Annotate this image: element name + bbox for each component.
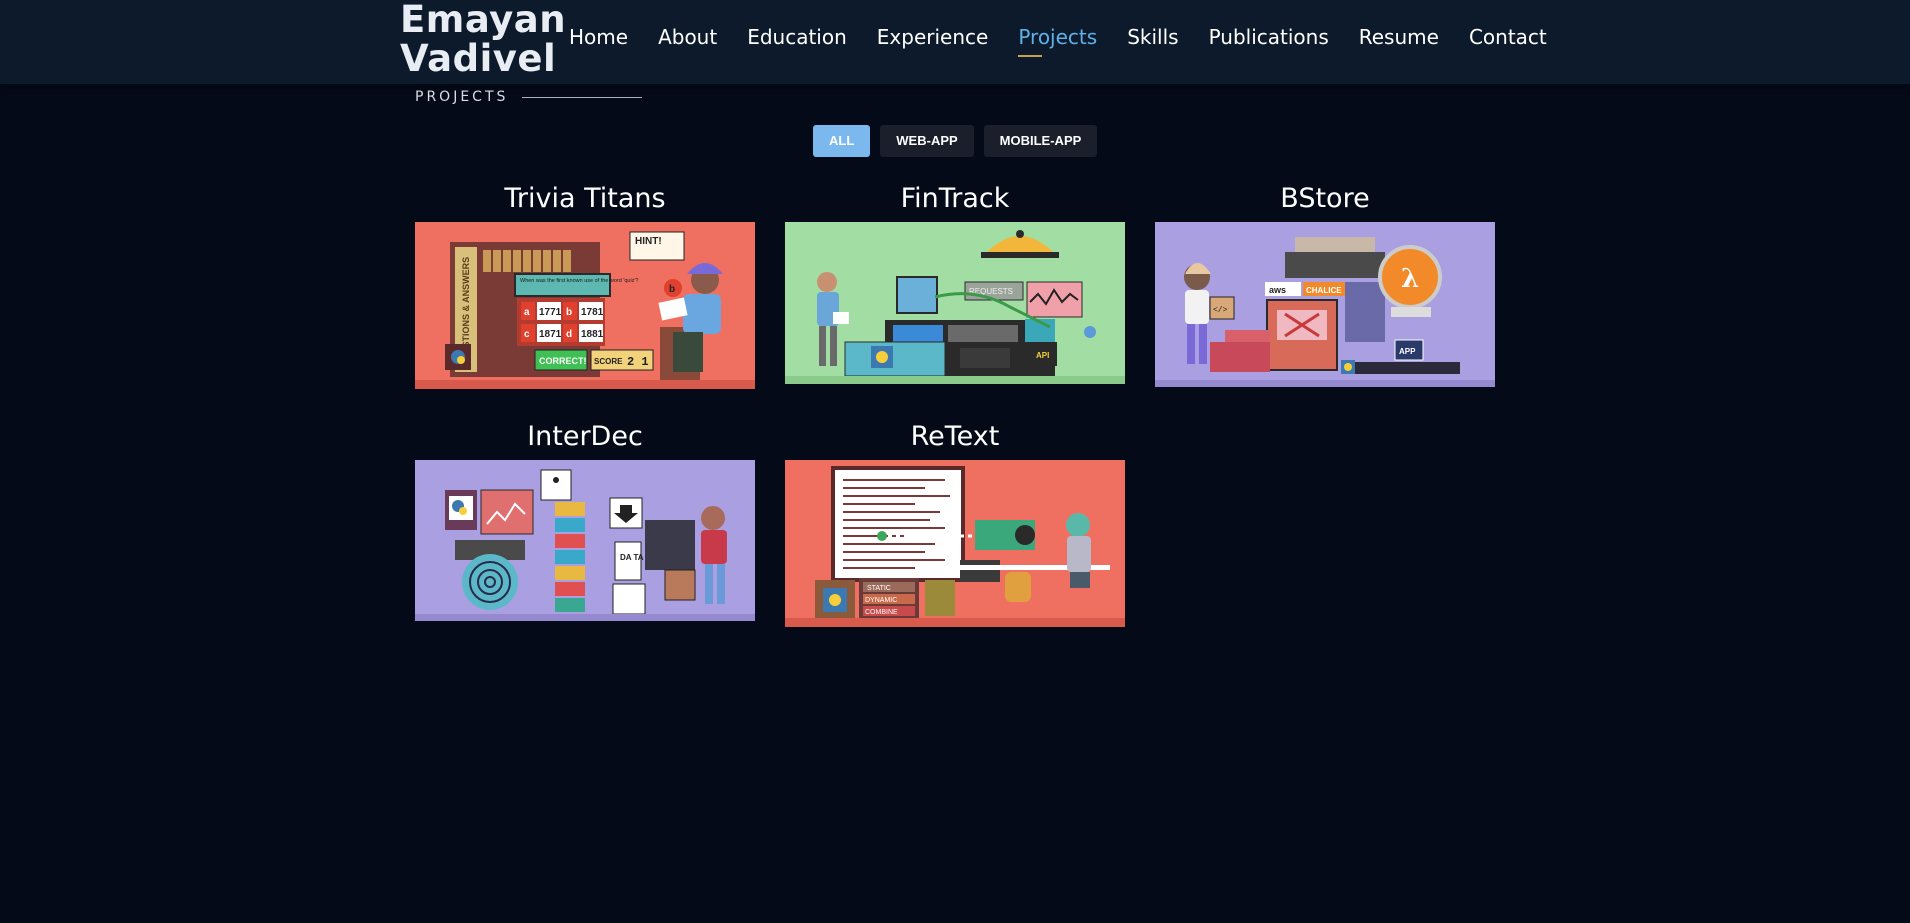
project-card-bstore[interactable]: BStore aws CHALICE λ APP </> <box>1155 180 1495 387</box>
filter-web-app-button[interactable]: WEB-APP <box>880 125 974 157</box>
static-label: STATIC <box>867 585 891 592</box>
nav-resume[interactable]: Resume <box>1359 25 1439 49</box>
app-label: APP <box>1399 347 1416 356</box>
chalice-label: CHALICE <box>1306 286 1342 295</box>
project-title: Trivia Titans <box>504 183 666 214</box>
nav-projects[interactable]: Projects <box>1018 25 1097 57</box>
nav-contact[interactable]: Contact <box>1469 25 1547 49</box>
project-card-interdec[interactable]: InterDec DA TA <box>415 418 755 621</box>
quiz-illustration-icon[interactable]: QUESTIONS & ANSWERS When was the first k… <box>415 222 755 389</box>
quiz-question: When was the first known use of the word… <box>520 278 639 284</box>
main-nav: Home About Education Experience Projects… <box>569 25 1577 57</box>
api-label: API <box>1036 351 1049 360</box>
answer-b-letter: b <box>566 307 572 318</box>
nav-skills[interactable]: Skills <box>1127 25 1178 49</box>
section-divider <box>522 96 643 98</box>
data-label: DA TA <box>620 553 644 562</box>
answer-a-letter: a <box>524 307 530 318</box>
site-logo[interactable]: Emayan Vadivel <box>400 0 566 78</box>
answer-d-value: 1881 <box>581 329 604 340</box>
lambda-symbol: λ <box>1401 264 1419 294</box>
answer-c-value: 1871 <box>539 329 562 340</box>
section-heading: PROJECTS <box>415 89 643 105</box>
answer-b-value: 1781 <box>581 307 604 318</box>
nav-publications[interactable]: Publications <box>1209 25 1329 49</box>
project-title: BStore <box>1280 183 1370 214</box>
project-card-trivia-titans[interactable]: Trivia Titans QUESTIONS & ANSWERS When w… <box>415 180 755 389</box>
score-label: SCORE <box>594 357 623 366</box>
dynamic-label: DYNAMIC <box>865 597 897 604</box>
answer-d-letter: d <box>566 329 572 340</box>
filter-all-button[interactable]: ALL <box>813 125 871 157</box>
project-card-fintrack[interactable]: FinTrack REQUESTS API <box>785 180 1125 384</box>
code-label: </> <box>1213 306 1228 315</box>
project-filters: ALL WEB-APP MOBILE-APP <box>813 125 1107 157</box>
project-title: ReText <box>910 421 1000 452</box>
nav-about[interactable]: About <box>658 25 717 49</box>
score-value: 2 1 <box>627 355 649 369</box>
nav-education[interactable]: Education <box>747 25 847 49</box>
store-illustration-icon[interactable]: aws CHALICE λ APP </> <box>1155 222 1495 387</box>
hint-letter-b: b <box>669 284 675 295</box>
section-title: PROJECTS <box>415 89 509 105</box>
project-title: InterDec <box>527 421 643 452</box>
hint-label: HINT! <box>635 236 662 247</box>
project-title: FinTrack <box>900 183 1010 214</box>
answer-a-value: 1771 <box>539 307 562 318</box>
nav-experience[interactable]: Experience <box>877 25 989 49</box>
filter-mobile-app-button[interactable]: MOBILE-APP <box>983 125 1098 157</box>
correct-label: CORRECT! <box>539 356 587 366</box>
project-card-retext[interactable]: ReText STATIC DYNAMIC COMBINE <box>785 418 1125 627</box>
logo-line-2: Vadivel <box>400 37 557 80</box>
logo-line-1: Emayan <box>400 0 567 41</box>
combine-label: COMBINE <box>865 609 898 616</box>
nav-home[interactable]: Home <box>569 25 628 49</box>
site-header: Emayan Vadivel Home About Education Expe… <box>0 0 1910 84</box>
aws-label: aws <box>1269 285 1286 295</box>
text-illustration-icon[interactable]: STATIC DYNAMIC COMBINE <box>785 460 1125 627</box>
data-illustration-icon[interactable]: DA TA <box>415 460 755 621</box>
answer-c-letter: c <box>524 329 530 340</box>
finance-illustration-icon[interactable]: REQUESTS API <box>785 222 1125 384</box>
